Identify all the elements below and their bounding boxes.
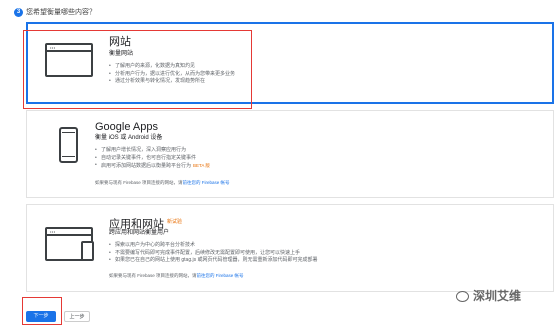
smartphone-icon [81, 241, 94, 261]
list-item: 启用可添加网站数据后以衡量跨平台行为BETA 版 [95, 162, 210, 171]
card-title: 网站 [109, 36, 131, 48]
smartphone-icon [59, 127, 78, 163]
feature-list: 了解用户的来源，化数据为真知灼见 分析用户行为，据以进行优化，从而为您带来更多业… [109, 63, 235, 86]
firebase-note: 如果要与现有 Firebase 项目连接的网站，请前往您的 Firebase 帐… [109, 273, 244, 279]
feature-list: 探索以用户为中心的跨平台分析技术 不需要编写代码即可完成事件配置，后续修改无需配… [109, 242, 318, 265]
list-item: 了解用户的来源，化数据为真知灼见 [109, 63, 235, 71]
watermark-text: 深圳艾维 [473, 289, 522, 303]
list-item-text: 启用可添加网站数据后以衡量跨平台行为 [101, 163, 192, 170]
firebase-note: 如果要与现有 Firebase 项目连接的网站，请前往您的 Firebase 帐… [95, 180, 230, 186]
firebase-link[interactable]: 前往您的 Firebase 帐号 [183, 180, 230, 185]
wechat-watermark: 深圳艾维 [456, 287, 521, 304]
firebase-link[interactable]: 前往您的 Firebase 帐号 [197, 273, 244, 278]
list-item: 通过分析效果与转化情况，发现趋势所在 [109, 78, 235, 86]
card-subtitle: 跨应用和网站衡量用户 [109, 230, 170, 236]
list-item: 如果您已在自己的网站上使用 gtag.js 或网页代码管理器，则无需重新添加代码… [109, 257, 318, 265]
list-item: 了解用户增长情况，深入洞察应用行为 [95, 147, 210, 155]
feature-list: 了解用户增长情况，深入洞察应用行为 自动记录关键事件，也可自行指定关键事件 启用… [95, 147, 210, 171]
next-button[interactable]: 下一步 [26, 311, 56, 322]
browser-window-icon: ••• [45, 43, 93, 77]
beta-badge: BETA 版 [193, 163, 210, 169]
previous-button[interactable]: 上一步 [64, 311, 90, 322]
card-subtitle: 衡量网站 [109, 51, 134, 57]
list-item: 探索以用户为中心的跨平台分析技术 [109, 242, 318, 250]
step-question: 您希望衡量哪些内容？ [26, 9, 96, 16]
list-item: 自动记录关键事件，也可自行指定关键事件 [95, 155, 210, 163]
wechat-icon [456, 291, 469, 303]
option-card-apps-and-web[interactable]: ••• 应用和网站新试验 跨应用和网站衡量用户 探索以用户为中心的跨平台分析技术… [26, 204, 554, 292]
note-text: 如果要与现有 Firebase 项目连接的网站，请 [95, 180, 183, 185]
option-card-web[interactable]: ••• 网站 衡量网站 了解用户的来源，化数据为真知灼见 分析用户行为，据以进行… [26, 22, 554, 104]
new-badge: 新试验 [167, 219, 183, 225]
step-number-badge: 3 [14, 8, 23, 17]
card-subtitle: 衡量 iOS 或 Android 设备 [95, 135, 163, 141]
card-title: Google Apps [95, 121, 158, 133]
note-text: 如果要与现有 Firebase 项目连接的网站，请 [109, 273, 197, 278]
option-card-apps[interactable]: Google Apps 衡量 iOS 或 Android 设备 了解用户增长情况… [26, 110, 554, 198]
